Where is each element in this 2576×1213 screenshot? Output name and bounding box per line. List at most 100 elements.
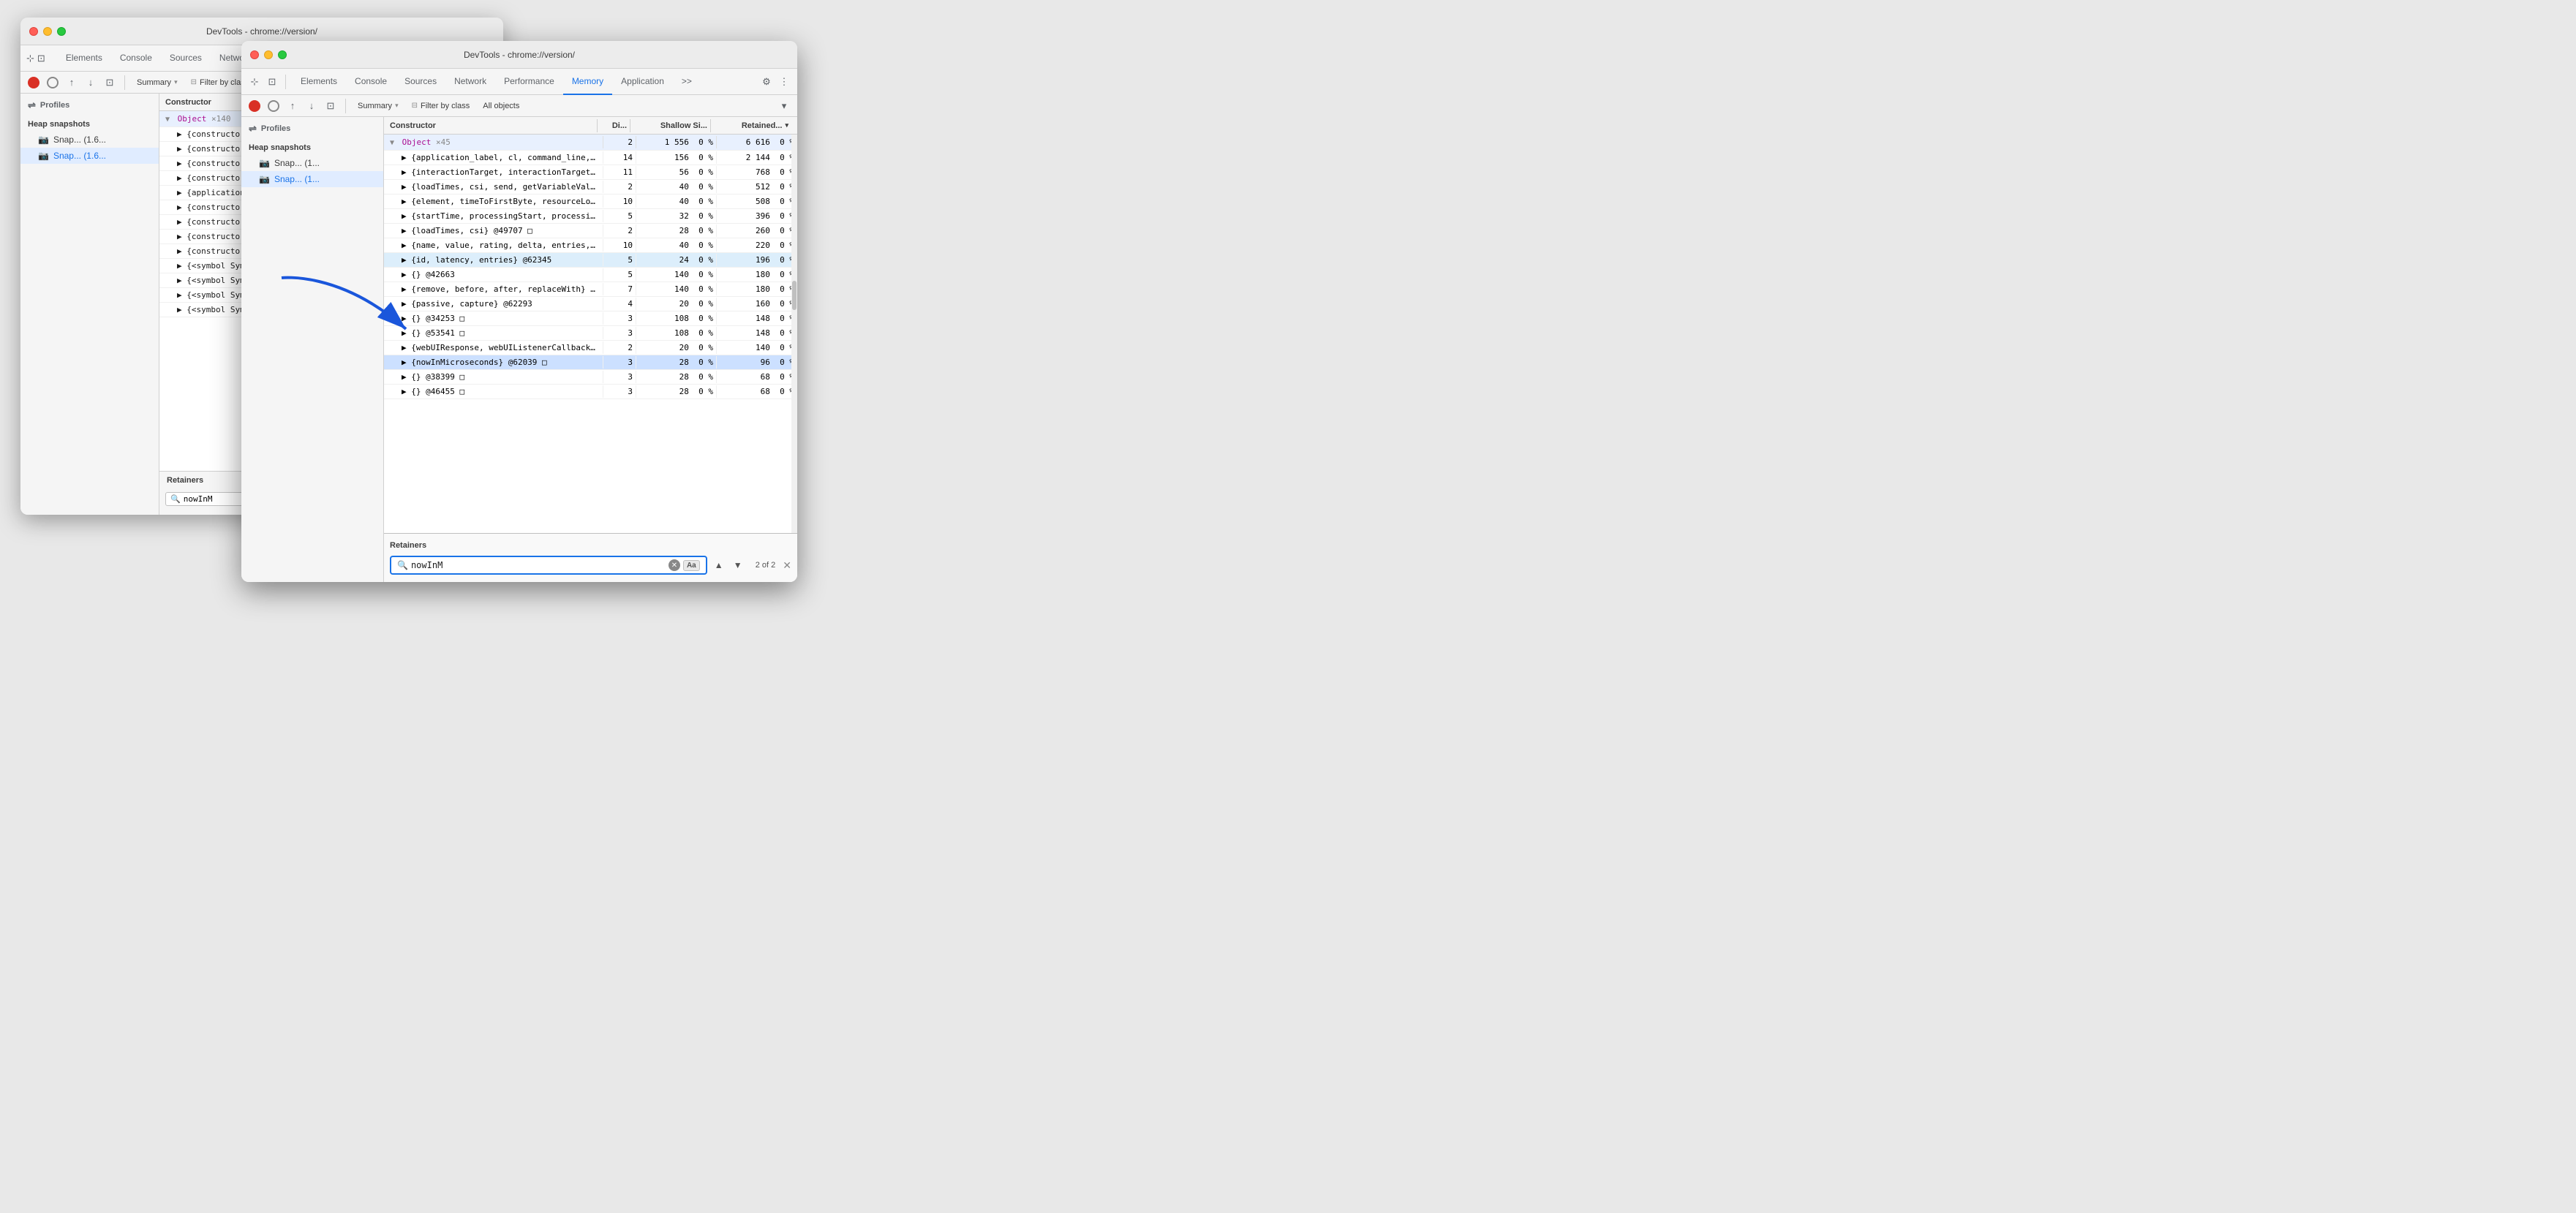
data-row-2-16[interactable]: ▶ {} @38399 □ 3 28 0 % 68 0 % — [384, 370, 797, 385]
tab-memory-2[interactable]: Memory — [563, 69, 612, 95]
tab-console-1[interactable]: Console — [111, 45, 161, 72]
object-name-1: Object — [178, 114, 207, 124]
sidebar-1: ⇌ Profiles Heap snapshots 📷 Snap... (1.6… — [20, 94, 159, 515]
object-row-2[interactable]: ▼ Object ×45 2 1 556 0 % 6 616 0 % — [384, 135, 797, 151]
divider-3 — [285, 75, 286, 89]
cell-retained-2-10: 180 0 % — [717, 283, 797, 295]
secondary-toolbar-2: ↑ ↓ ⊡ Summary ▾ ⊟ Filter by class All ob… — [241, 95, 797, 117]
cell-shallow-2-5: 32 0 % — [636, 210, 717, 222]
tab-bar-2: ⊹ ⊡ Elements Console Sources Network Per… — [241, 69, 797, 95]
no-record-btn-1[interactable] — [45, 75, 60, 90]
tab-sources-2[interactable]: Sources — [396, 69, 445, 95]
cell-retained-2-16: 68 0 % — [717, 371, 797, 383]
import-icon-1[interactable]: ↓ — [83, 75, 98, 90]
data-row-2-13[interactable]: ▶ {} @53541 □ 3 108 0 % 148 0 % — [384, 326, 797, 341]
layers-icon-2[interactable]: ⊡ — [265, 75, 279, 89]
close-button-2[interactable] — [250, 50, 259, 59]
data-row-2-2[interactable]: ▶ {interactionTarget, interactionTargetE… — [384, 165, 797, 180]
memory-icon-1[interactable]: ⊡ — [102, 75, 117, 90]
traffic-lights-2 — [250, 50, 287, 59]
cursor-icon[interactable]: ⊹ — [26, 51, 34, 66]
cell-constructor-2-4: ▶ {element, timeToFirstByte, resourceLoa… — [384, 195, 603, 208]
maximize-button-2[interactable] — [278, 50, 287, 59]
more-icon-2[interactable]: ⋮ — [777, 75, 791, 89]
cell-di-2-7: 10 — [603, 239, 636, 252]
data-row-2-1[interactable]: ▶ {application_label, cl, command_line, … — [384, 151, 797, 165]
data-row-2-3[interactable]: ▶ {loadTimes, csi, send, getVariableValu… — [384, 180, 797, 194]
main-content-2: ⇌ Profiles Heap snapshots 📷 Snap... (1..… — [241, 117, 797, 582]
summary-dropdown-2[interactable]: Summary ▾ — [353, 100, 403, 112]
clear-search-button[interactable]: ✕ — [669, 559, 680, 571]
search-next-button[interactable]: ▼ — [731, 558, 745, 573]
cursor-icon-2[interactable]: ⊹ — [247, 75, 262, 89]
eq-icon-2: ⇌ — [249, 123, 257, 135]
sidebar-snap1-2[interactable]: 📷 Snap... (1... — [241, 155, 383, 171]
tab-elements-1[interactable]: Elements — [57, 45, 111, 72]
sidebar-snap2-1[interactable]: 📷 Snap... (1.6... — [20, 148, 159, 164]
toolbar-actions-2: ⚙ ⋮ — [759, 75, 791, 89]
cell-retained-2-17: 68 0 % — [717, 385, 797, 398]
search-bar-w2[interactable]: 🔍 ✕ Aa — [390, 556, 707, 575]
tab-application-2[interactable]: Application — [612, 69, 673, 95]
tab-more-2[interactable]: >> — [673, 69, 701, 95]
cell-constructor-2-7: ▶ {name, value, rating, delta, entries, … — [384, 239, 603, 252]
divider-2 — [124, 75, 125, 90]
search-input-2[interactable] — [411, 560, 666, 570]
scrollbar-thumb-2[interactable] — [792, 281, 796, 310]
cell-constructor-2-10: ▶ {remove, before, after, replaceWith} @… — [384, 283, 603, 295]
no-record-btn-2[interactable] — [266, 99, 281, 113]
cell-retained-2-13: 148 0 % — [717, 327, 797, 339]
close-search-button[interactable]: ✕ — [783, 559, 791, 572]
sidebar-snap2-2[interactable]: 📷 Snap... (1... — [241, 171, 383, 187]
filter-by-class-2[interactable]: ⊟ Filter by class — [407, 100, 475, 112]
data-row-2-6[interactable]: ▶ {loadTimes, csi} @49707 □ 2 28 0 % 260… — [384, 224, 797, 238]
data-row-2-5[interactable]: ▶ {startTime, processingStart, processin… — [384, 209, 797, 224]
retainers-section-2: Retainers 🔍 ✕ Aa ▲ ▼ 2 of 2 ✕ — [384, 533, 797, 582]
data-row-2-15-selected[interactable]: ▶ {nowInMicroseconds} @62039 □ 3 28 0 % … — [384, 355, 797, 370]
layers-icon[interactable]: ⊡ — [37, 51, 45, 66]
tab-elements-2[interactable]: Elements — [292, 69, 346, 95]
memory-icon-2[interactable]: ⊡ — [323, 99, 338, 113]
record-btn-2[interactable] — [247, 99, 262, 113]
record-btn-1[interactable] — [26, 75, 41, 90]
summary-dropdown-1[interactable]: Summary ▾ — [132, 77, 182, 88]
case-sensitive-toggle[interactable]: Aa — [683, 560, 700, 571]
data-row-2-10[interactable]: ▶ {remove, before, after, replaceWith} @… — [384, 282, 797, 297]
data-row-2-14[interactable]: ▶ {webUIResponse, webUIListenerCallback}… — [384, 341, 797, 355]
cell-di-2-2: 11 — [603, 166, 636, 178]
minimize-button-1[interactable] — [43, 27, 52, 36]
data-row-2-17[interactable]: ▶ {} @46455 □ 3 28 0 % 68 0 % — [384, 385, 797, 399]
scrollbar-track-2[interactable] — [791, 135, 797, 533]
gear-icon-2[interactable]: ⚙ — [759, 75, 774, 89]
data-row-2-12[interactable]: ▶ {} @34253 □ 3 108 0 % 148 0 % — [384, 311, 797, 326]
snap2-label-2: Snap... (1... — [274, 174, 320, 184]
export-icon-2[interactable]: ↑ — [285, 99, 300, 113]
data-row-2-9[interactable]: ▶ {} @42663 5 140 0 % 180 0 % — [384, 268, 797, 282]
cell-di-2-15: 3 — [603, 356, 636, 369]
data-row-2-11[interactable]: ▶ {passive, capture} @62293 4 20 0 % 160… — [384, 297, 797, 311]
data-row-2-4[interactable]: ▶ {element, timeToFirstByte, resourceLoa… — [384, 194, 797, 209]
close-button-1[interactable] — [29, 27, 38, 36]
sort-desc-icon[interactable]: ▾ — [777, 99, 791, 113]
sidebar-profiles-section-1: ⇌ Profiles — [20, 94, 159, 114]
data-row-2-8-highlighted[interactable]: ▶ {id, latency, entries} @62345 5 24 0 %… — [384, 253, 797, 268]
minimize-button-2[interactable] — [264, 50, 273, 59]
search-prev-button[interactable]: ▲ — [712, 558, 726, 573]
expand-arrow-object-1: ▼ — [165, 116, 170, 124]
export-icon-1[interactable]: ↑ — [64, 75, 79, 90]
tab-sources-1[interactable]: Sources — [161, 45, 211, 72]
all-objects-dropdown-2[interactable]: All objects — [478, 100, 524, 112]
sidebar-snap1-1[interactable]: 📷 Snap... (1.6... — [20, 132, 159, 148]
funnel-icon-1: ⊟ — [191, 78, 197, 86]
titlebar-2: DevTools - chrome://version/ — [241, 41, 797, 69]
import-icon-2[interactable]: ↓ — [304, 99, 319, 113]
tab-performance-2[interactable]: Performance — [495, 69, 563, 95]
search-count: 2 of 2 — [756, 561, 776, 570]
cell-shallow-2-11: 20 0 % — [636, 298, 717, 310]
cell-shallow-2-8: 24 0 % — [636, 254, 717, 266]
cell-shallow-2-17: 28 0 % — [636, 385, 717, 398]
data-row-2-7[interactable]: ▶ {name, value, rating, delta, entries, … — [384, 238, 797, 253]
tab-network-2[interactable]: Network — [445, 69, 495, 95]
maximize-button-1[interactable] — [57, 27, 66, 36]
tab-console-2[interactable]: Console — [346, 69, 396, 95]
